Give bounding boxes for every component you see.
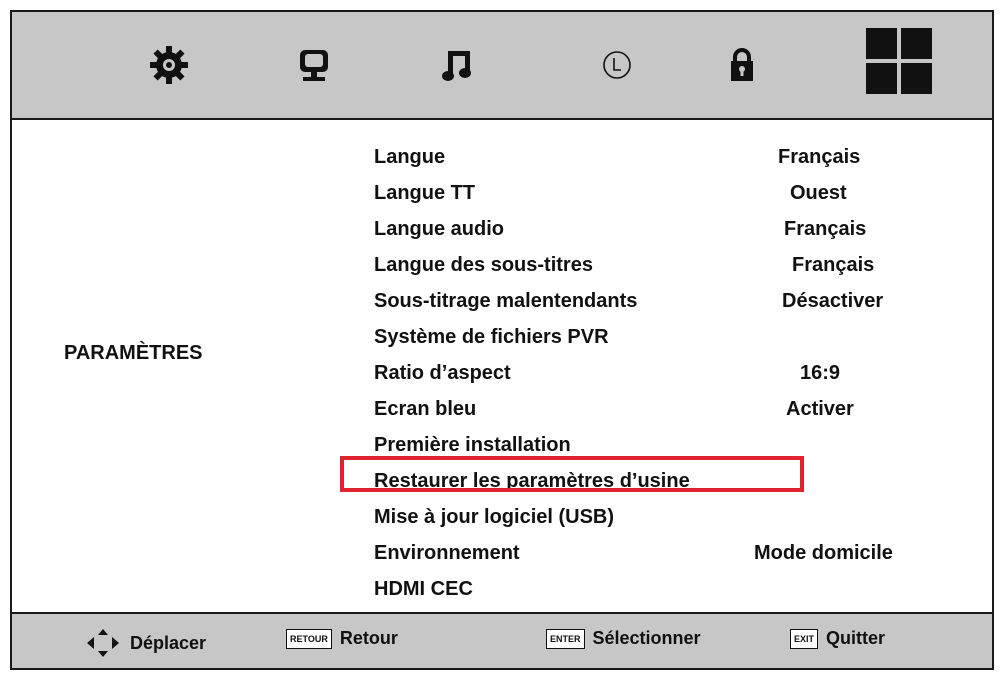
lock-icon[interactable] [717, 40, 767, 90]
menu-item-ecran-bleu[interactable]: Ecran bleu Activer [12, 392, 992, 426]
menu-item-value: Désactiver [782, 290, 884, 312]
exit-key-icon: EXIT [790, 628, 819, 649]
menu-item-langue[interactable]: Langue Français [12, 140, 992, 174]
hint-select-label: Sélectionner [592, 628, 701, 648]
hint-exit: EXIT Quitter [790, 628, 885, 649]
selection-highlight [340, 456, 804, 492]
dpad-arrows-icon [87, 629, 119, 657]
menu-item-value: Français [784, 218, 867, 240]
hint-select: ENTER Sélectionner [546, 628, 701, 649]
menu-item-label: Mise à jour logiciel (USB) [374, 506, 615, 528]
footer-hint-bar: Déplacer RETOUR Retour ENTER Sélectionne… [12, 612, 992, 668]
clock-icon[interactable] [592, 40, 642, 90]
hint-move: Déplacer [84, 628, 206, 658]
hint-back-label: Retour [339, 628, 398, 648]
windows-grid-icon[interactable] [866, 28, 932, 94]
menu-item-sous-titrage-malentendants[interactable]: Sous-titrage malentendants Désactiver [12, 284, 992, 318]
display-monitor-icon[interactable] [289, 40, 339, 90]
menu-item-langue-tt[interactable]: Langue TT Ouest [12, 176, 992, 210]
hint-exit-label: Quitter [826, 628, 886, 648]
menu-item-label: Environnement [374, 542, 520, 564]
hint-back: RETOUR Retour [286, 628, 398, 649]
menu-item-langue-audio[interactable]: Langue audio Français [12, 212, 992, 246]
settings-screen: PARAMÈTRES Langue Français Langue TT Oue… [10, 10, 994, 670]
retour-key-icon: RETOUR [286, 628, 332, 649]
settings-gear-icon[interactable] [144, 40, 194, 90]
menu-item-value: 16:9 [800, 362, 841, 384]
menu-item-label: Langue [374, 146, 446, 168]
hint-move-label: Déplacer [130, 632, 207, 653]
menu-item-value: Activer [786, 398, 854, 420]
menu-item-mise-a-jour-logiciel[interactable]: Mise à jour logiciel (USB) [12, 500, 992, 534]
menu-item-label: Langue audio [374, 218, 504, 240]
menu-item-environnement[interactable]: Environnement Mode domicile [12, 536, 992, 570]
menu-item-label: HDMI CEC [374, 578, 473, 600]
menu-item-value: Français [778, 146, 861, 168]
menu-item-systeme-fichiers-pvr[interactable]: Système de fichiers PVR [12, 320, 992, 354]
menu-item-label: Langue TT [374, 182, 476, 204]
menu-item-value: Ouest [790, 182, 847, 204]
menu-item-value: Mode domicile [754, 542, 893, 564]
menu-item-label: Ecran bleu [374, 398, 477, 420]
menu-item-hdmi-cec[interactable]: HDMI CEC [12, 572, 992, 606]
menu-item-value: Français [792, 254, 875, 276]
menu-item-label: Ratio d’aspect [374, 362, 511, 384]
enter-key-icon: ENTER [546, 628, 585, 649]
menu-item-label: Système de fichiers PVR [374, 326, 609, 348]
menu-item-label: Langue des sous-titres [374, 254, 593, 276]
menu-item-langue-sous-titres[interactable]: Langue des sous-titres Français [12, 248, 992, 282]
menu-item-label: Sous-titrage malentendants [374, 290, 638, 312]
music-note-icon[interactable] [432, 40, 482, 90]
category-tab-bar [12, 12, 992, 120]
menu-item-ratio-aspect[interactable]: Ratio d’aspect 16:9 [12, 356, 992, 390]
